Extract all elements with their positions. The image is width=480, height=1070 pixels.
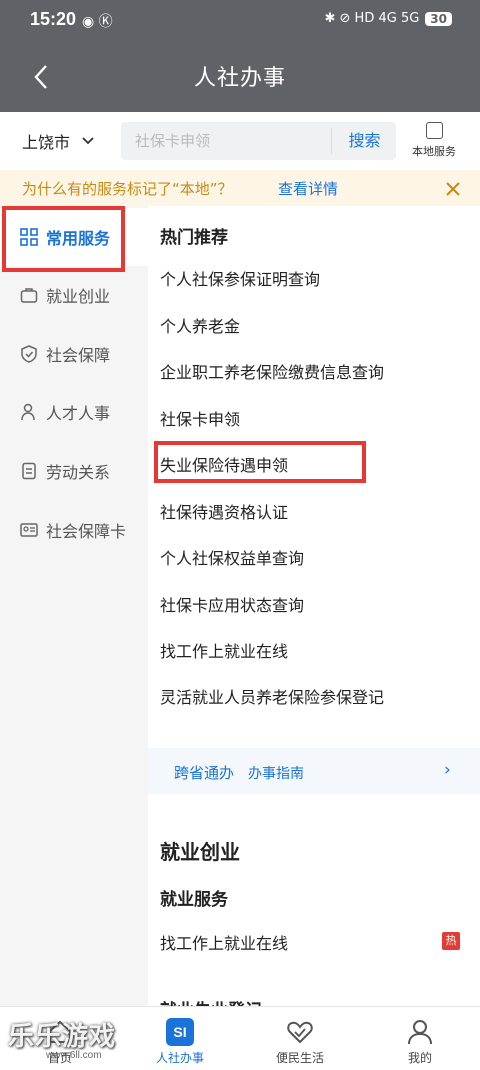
local-service-label: 本地服务 xyxy=(412,145,456,158)
watermark-url: www.6ll.com xyxy=(46,1050,102,1061)
status-bar: 15:20 ◉ Ⓚ ✱ ⊘ HD 4G 5G 30 xyxy=(0,0,480,40)
battery-icon: 30 xyxy=(425,11,452,26)
si-icon: SI xyxy=(166,1018,194,1046)
sidebar-item-label: 社会保障卡 xyxy=(46,522,127,541)
service-highlight-box xyxy=(154,441,366,483)
status-time: 15:20 xyxy=(30,9,77,29)
sidebar-item-label: 劳动关系 xyxy=(46,463,111,482)
service-list-panel: 热门推荐 个人社保参保证明查询 个人养老金 企业职工养老保险缴费信息查询 社保卡… xyxy=(148,206,480,1006)
city-label: 上饶市 xyxy=(22,133,71,152)
chevron-down-icon xyxy=(82,137,94,145)
guide-label: 办事指南 xyxy=(248,766,304,782)
city-selector[interactable]: 上饶市 xyxy=(22,129,94,153)
service-item[interactable]: 社保待遇资格认证 xyxy=(160,499,288,523)
service-item[interactable]: 企业职工养老保险缴费信息查询 xyxy=(160,359,384,383)
signal-icons: ✱ ⊘ HD 4G 5G xyxy=(324,11,420,26)
briefcase-icon xyxy=(20,288,38,303)
document-icon xyxy=(22,462,36,480)
sidebar-item-social-security[interactable]: 社会保障 xyxy=(0,325,148,383)
subsection-title: 就业失业登记 xyxy=(160,996,262,1006)
sidebar-item-labor[interactable]: 劳动关系 xyxy=(0,442,148,500)
hot-badge: 热 xyxy=(442,932,460,950)
checkbox-icon xyxy=(425,122,443,139)
service-item[interactable]: 找工作上就业在线 xyxy=(160,930,288,954)
section-title-employment: 就业创业 xyxy=(160,840,240,864)
app-header: 15:20 ◉ Ⓚ ✱ ⊘ HD 4G 5G 30 人社办事 xyxy=(0,0,480,112)
service-item[interactable]: 社保卡申领 xyxy=(160,406,240,430)
user-icon xyxy=(408,1020,432,1045)
service-item[interactable]: 找工作上就业在线 xyxy=(160,638,288,662)
cross-province-label: 跨省通办 xyxy=(174,764,235,782)
local-service-toggle[interactable]: 本地服务 xyxy=(406,120,462,159)
tab-life[interactable]: 便民生活 xyxy=(240,1007,360,1070)
search-input[interactable] xyxy=(135,122,330,160)
tab-mine[interactable]: 我的 xyxy=(360,1007,480,1070)
tab-label: 我的 xyxy=(407,1051,432,1065)
search-button[interactable]: 搜索 xyxy=(333,122,396,160)
notice-question: 为什么有的服务标记了“本地”？ xyxy=(22,180,233,198)
person-icon xyxy=(21,403,35,421)
sidebar-item-ss-card[interactable]: 社会保障卡 xyxy=(0,501,148,559)
shield-icon xyxy=(21,345,37,363)
cross-province-banner[interactable]: 跨省通办 办事指南 › xyxy=(148,748,480,794)
search-divider xyxy=(331,128,332,154)
hot-section-title: 热门推荐 xyxy=(160,228,228,248)
status-system-icons: ✱ ⊘ HD 4G 5G 30 xyxy=(324,11,452,26)
service-item[interactable]: 个人养老金 xyxy=(160,313,240,337)
heart-hands-icon xyxy=(287,1021,313,1044)
tab-services[interactable]: SI 人社办事 xyxy=(120,1007,240,1070)
search-bar: 上饶市 搜索 本地服务 xyxy=(0,112,480,170)
tab-label: 便民生活 xyxy=(275,1051,324,1065)
close-icon[interactable] xyxy=(444,180,462,198)
sidebar-item-label: 社会保障 xyxy=(46,346,111,365)
sidebar-item-label: 人才人事 xyxy=(46,404,111,423)
service-item[interactable]: 社保卡应用状态查询 xyxy=(160,592,304,616)
id-card-icon xyxy=(20,523,38,537)
status-app-icons: ◉ Ⓚ xyxy=(82,14,113,30)
service-item[interactable]: 灵活就业人员养老保险参保登记 xyxy=(160,684,384,708)
sidebar-item-talent[interactable]: 人才人事 xyxy=(0,383,148,441)
category-sidebar: 常用服务 就业创业 社会保障 人才人事 劳动关系 社会保障卡 xyxy=(0,206,148,1006)
sidebar-highlight-box xyxy=(2,206,125,272)
service-item[interactable]: 个人社保参保证明查询 xyxy=(160,266,320,290)
subsection-title: 就业服务 xyxy=(160,890,228,910)
notice-details-link[interactable]: 查看详情 xyxy=(278,178,338,199)
watermark-logo: 乐乐游戏 xyxy=(8,1022,117,1052)
sidebar-item-employment[interactable]: 就业创业 xyxy=(0,266,148,324)
page-title: 人社办事 xyxy=(193,66,286,91)
sidebar-item-label: 就业创业 xyxy=(46,287,111,306)
service-item[interactable]: 个人社保权益单查询 xyxy=(160,545,304,569)
notice-banner: 为什么有的服务标记了“本地”？ 查看详情 xyxy=(0,170,480,206)
tab-label: 人社办事 xyxy=(155,1051,204,1065)
search-box: 搜索 xyxy=(121,122,396,160)
chevron-right-icon: › xyxy=(444,760,451,780)
